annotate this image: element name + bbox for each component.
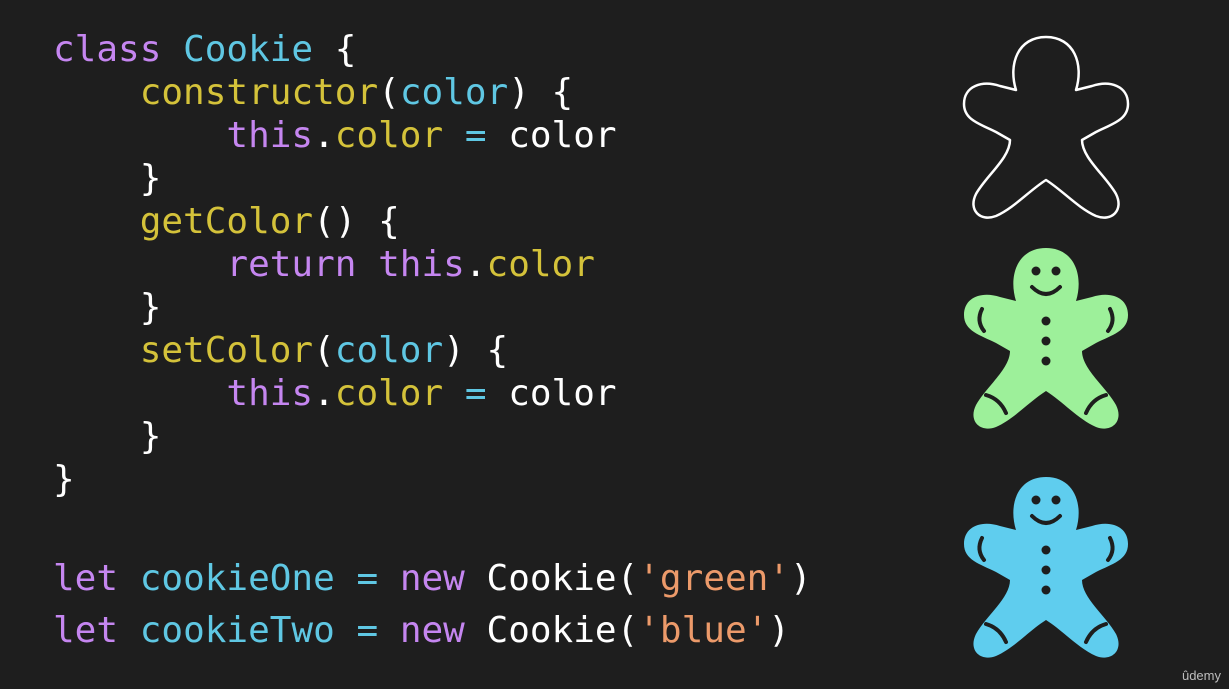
code-token: color <box>334 115 444 156</box>
cookie-blue-icon <box>964 477 1128 658</box>
code-line: let cookieTwo = new Cookie('blue') <box>53 605 812 657</box>
code-token: cookieOne <box>139 558 335 599</box>
code-line: } <box>53 458 812 501</box>
code-line: this.color = color <box>53 114 812 157</box>
code-token: this <box>226 373 314 414</box>
code-token: color <box>334 373 444 414</box>
code-token: ) <box>768 610 790 651</box>
code-token: color <box>508 115 617 156</box>
code-token: ) { <box>443 330 509 371</box>
code-token: Cookie( <box>464 610 639 651</box>
code-token: new <box>399 610 465 651</box>
cookie-outline-shape <box>962 35 1130 219</box>
code-token: = <box>443 115 509 156</box>
code-token: . <box>464 244 487 285</box>
code-token: ( <box>378 72 400 113</box>
code-token: setColor <box>139 330 314 371</box>
code-token: this <box>226 115 314 156</box>
code-token: } <box>53 459 75 500</box>
code-token: . <box>313 373 335 414</box>
code-token: . <box>313 115 335 156</box>
code-token: 'green' <box>638 558 790 599</box>
code-token: = <box>334 558 400 599</box>
code-token: let <box>53 558 119 599</box>
code-block: class Cookie { constructor(color) { this… <box>53 28 812 657</box>
code-token: color <box>334 330 444 371</box>
code-token: color <box>486 244 595 285</box>
code-token: Cookie <box>183 29 314 70</box>
slide: class Cookie { constructor(color) { this… <box>0 0 1229 689</box>
code-token: return <box>226 244 357 285</box>
code-token: cookieTwo <box>139 610 335 651</box>
code-token: constructor <box>139 72 379 113</box>
code-token: color <box>508 373 617 414</box>
code-line: } <box>53 286 812 329</box>
code-token: } <box>53 416 162 457</box>
cookie-blue-body <box>964 477 1128 658</box>
code-token: = <box>334 610 400 651</box>
code-token: let <box>53 610 119 651</box>
code-token: new <box>399 558 465 599</box>
cookie-green-body <box>964 248 1128 429</box>
code-token: ( <box>313 330 335 371</box>
code-line: constructor(color) { <box>53 71 812 114</box>
code-token: Cookie( <box>464 558 639 599</box>
code-token: class <box>53 29 162 70</box>
code-line: getColor() { <box>53 200 812 243</box>
code-token: ) { <box>508 72 574 113</box>
code-token: 'blue' <box>638 610 769 651</box>
udemy-watermark: ûdemy <box>1181 668 1221 683</box>
code-token: = <box>443 373 509 414</box>
code-line: setColor(color) { <box>53 329 812 372</box>
code-token: this <box>378 244 465 285</box>
code-token: getColor <box>139 201 314 242</box>
code-token: { <box>313 29 357 70</box>
cookie-green-icon <box>964 248 1128 429</box>
code-token: ) <box>789 558 812 599</box>
code-token: } <box>53 287 162 328</box>
code-line: } <box>53 157 812 200</box>
code-line: return this.color <box>53 243 812 286</box>
code-token: () { <box>313 201 400 242</box>
code-line: let cookieOne = new Cookie('green') <box>53 553 812 605</box>
code-line: class Cookie { <box>53 28 812 71</box>
code-token: color <box>399 72 509 113</box>
code-line: this.color = color <box>53 372 812 415</box>
cookie-outline-icon <box>962 35 1130 219</box>
code-token: } <box>53 158 162 199</box>
code-line: } <box>53 415 812 458</box>
